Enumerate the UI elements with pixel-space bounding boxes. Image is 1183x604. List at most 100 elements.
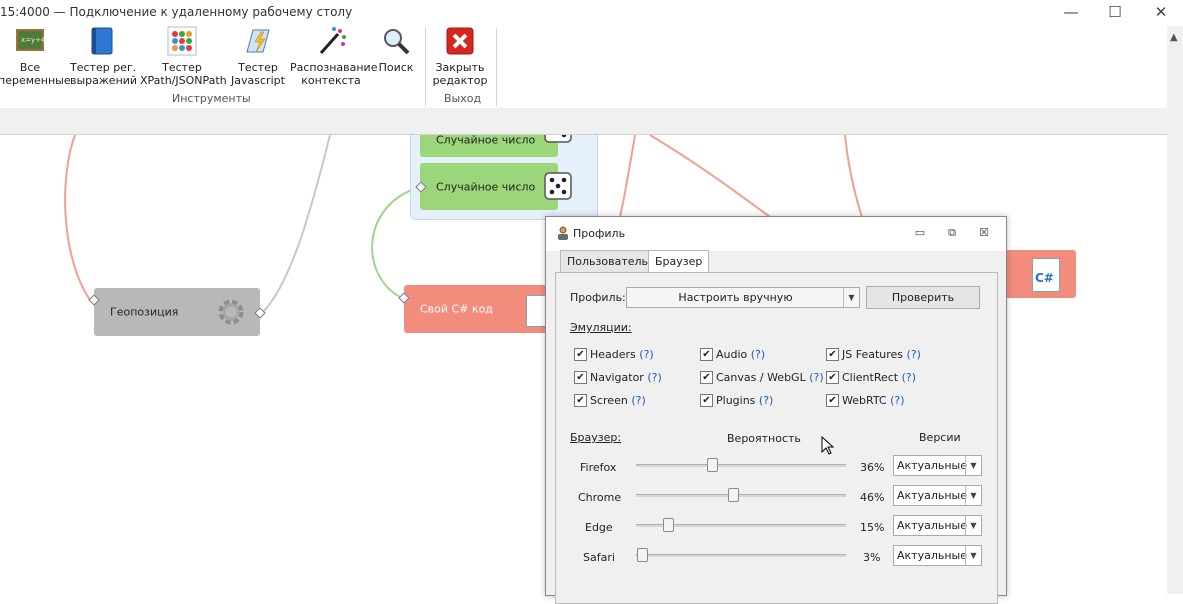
- emulation-label: Plugins (?): [716, 394, 774, 407]
- dots-grid-icon: [167, 26, 197, 56]
- probability-slider-thumb[interactable]: [706, 458, 718, 472]
- magic-wand-icon: [316, 26, 346, 56]
- version-select-value: Актуальные: [897, 519, 967, 532]
- chevron-down-icon[interactable]: ▼: [965, 516, 981, 535]
- version-select[interactable]: Актуальные ▼: [893, 545, 982, 566]
- probability-slider-track[interactable]: [636, 554, 846, 557]
- emulation-label: Screen (?): [590, 394, 646, 407]
- probability-slider-thumb[interactable]: [662, 518, 674, 532]
- button-label: Распознавание: [290, 61, 378, 74]
- checkbox-webrtc[interactable]: ✔: [826, 394, 839, 407]
- geolocation-node[interactable]: Геопозиция: [94, 288, 260, 336]
- button-label: Все: [19, 61, 41, 74]
- help-link[interactable]: (?): [631, 394, 645, 407]
- checkbox-headers[interactable]: ✔: [574, 348, 587, 361]
- csharp-code-node[interactable]: Свой C# код: [404, 285, 552, 333]
- checkbox-canvas-webgl[interactable]: ✔: [700, 371, 713, 384]
- node-label: Свой C# код: [420, 302, 493, 316]
- vertical-scrollbar[interactable]: ▲: [1167, 26, 1183, 594]
- random-number-node[interactable]: Случайное число: [420, 135, 572, 157]
- version-select-value: Актуальные: [897, 459, 967, 472]
- version-select[interactable]: Актуальные ▼: [893, 485, 982, 506]
- dialog-minimize-button[interactable]: ▭: [912, 225, 928, 241]
- random-number-node[interactable]: Случайное число: [420, 163, 572, 210]
- chevron-down-icon[interactable]: ▼: [965, 456, 981, 475]
- checkbox-navigator[interactable]: ✔: [574, 371, 587, 384]
- probability-percent: 46%: [860, 491, 885, 504]
- checkbox-plugins[interactable]: ✔: [700, 394, 713, 407]
- profile-select[interactable]: Настроить вручную ▼: [626, 287, 860, 308]
- chevron-down-icon[interactable]: ▼: [965, 486, 981, 505]
- chalkboard-icon: x=y+4: [15, 26, 46, 56]
- chevron-down-icon[interactable]: ▼: [965, 546, 981, 565]
- browser-label: Браузер:: [570, 431, 622, 444]
- button-label: Поиск: [378, 61, 414, 74]
- dice-icon: [544, 172, 572, 203]
- emulation-label: Headers (?): [590, 348, 654, 361]
- xpath-tester-button[interactable]: Тестер XPath/JSONPath: [140, 26, 227, 87]
- checkbox-js-features[interactable]: ✔: [826, 348, 839, 361]
- versions-header: Версии: [919, 431, 961, 444]
- version-select-value: Актуальные: [897, 549, 967, 562]
- check-button[interactable]: Проверить: [866, 286, 980, 309]
- emulations-label: Эмуляции:: [570, 321, 632, 334]
- help-link[interactable]: (?): [647, 371, 661, 384]
- csharp-icon-label: C#: [1035, 271, 1054, 285]
- maximize-button[interactable]: ☐: [1092, 0, 1138, 26]
- exit-group-label: Выход: [444, 92, 482, 105]
- button-label: выражений: [70, 74, 138, 87]
- csharp-code-node-right[interactable]: C#: [1000, 250, 1076, 298]
- browser-name: Chrome: [578, 491, 622, 504]
- checkbox-clientrect[interactable]: ✔: [826, 371, 839, 384]
- button-label: Закрыть: [435, 61, 485, 74]
- version-select[interactable]: Актуальные ▼: [893, 455, 982, 476]
- dialog-close-button[interactable]: ☒: [976, 225, 992, 241]
- probability-slider-track[interactable]: [636, 464, 846, 467]
- probability-slider-track[interactable]: [636, 494, 846, 497]
- probability-slider-thumb[interactable]: [727, 488, 739, 502]
- probability-header: Вероятность: [727, 432, 801, 445]
- tab-browser[interactable]: Браузер: [648, 250, 710, 273]
- help-link[interactable]: (?): [890, 394, 904, 407]
- regex-tester-button[interactable]: Тестер рег. выражений: [70, 26, 138, 87]
- node-label: Случайное число: [436, 180, 536, 193]
- button-label: Тестер: [238, 61, 278, 74]
- close-window-button[interactable]: ✕: [1138, 0, 1183, 26]
- help-link[interactable]: (?): [902, 371, 916, 384]
- browser-name: Firefox: [580, 461, 617, 474]
- probability-slider-thumb[interactable]: [637, 548, 649, 562]
- group-separator: [425, 28, 426, 106]
- checkbox-screen[interactable]: ✔: [574, 394, 587, 407]
- context-recognition-button[interactable]: Распознавание контекста: [290, 26, 378, 87]
- probability-percent: 3%: [863, 551, 881, 564]
- gear-icon: [215, 296, 247, 331]
- probability-percent: 15%: [860, 521, 885, 534]
- chevron-down-icon[interactable]: ▼: [843, 288, 859, 307]
- button-label: Javascript: [231, 74, 285, 87]
- dialog-maximize-button[interactable]: ⧉: [944, 225, 960, 241]
- help-link[interactable]: (?): [809, 371, 823, 384]
- window-title: 15:4000 — Подключение к удаленному рабоч…: [0, 5, 353, 19]
- checkbox-audio[interactable]: ✔: [700, 348, 713, 361]
- close-editor-button[interactable]: Закрыть редактор: [430, 26, 490, 87]
- emulation-label: ClientRect (?): [842, 371, 917, 384]
- emulation-label: Canvas / WebGL (?): [716, 371, 824, 384]
- profile-label: Профиль:: [570, 291, 626, 304]
- all-variables-button[interactable]: x=y+4 Все переменные: [0, 26, 71, 87]
- emulation-label: JS Features (?): [842, 348, 921, 361]
- scroll-up-icon[interactable]: ▲: [1170, 32, 1178, 43]
- minimize-button[interactable]: —: [1048, 0, 1094, 26]
- help-link[interactable]: (?): [751, 348, 765, 361]
- search-button[interactable]: Поиск: [376, 26, 416, 74]
- probability-percent: 36%: [860, 461, 885, 474]
- javascript-tester-button[interactable]: Тестер Javascript: [230, 26, 286, 87]
- button-label: редактор: [432, 74, 488, 87]
- help-link[interactable]: (?): [759, 394, 773, 407]
- secondary-toolbar: [0, 108, 1167, 135]
- help-link[interactable]: (?): [639, 348, 653, 361]
- version-select[interactable]: Актуальные ▼: [893, 515, 982, 536]
- help-link[interactable]: (?): [907, 348, 921, 361]
- tab-user[interactable]: Пользователь: [560, 250, 656, 273]
- node-label: Случайное число: [436, 135, 536, 147]
- profile-select-value: Настроить вручную: [678, 291, 793, 304]
